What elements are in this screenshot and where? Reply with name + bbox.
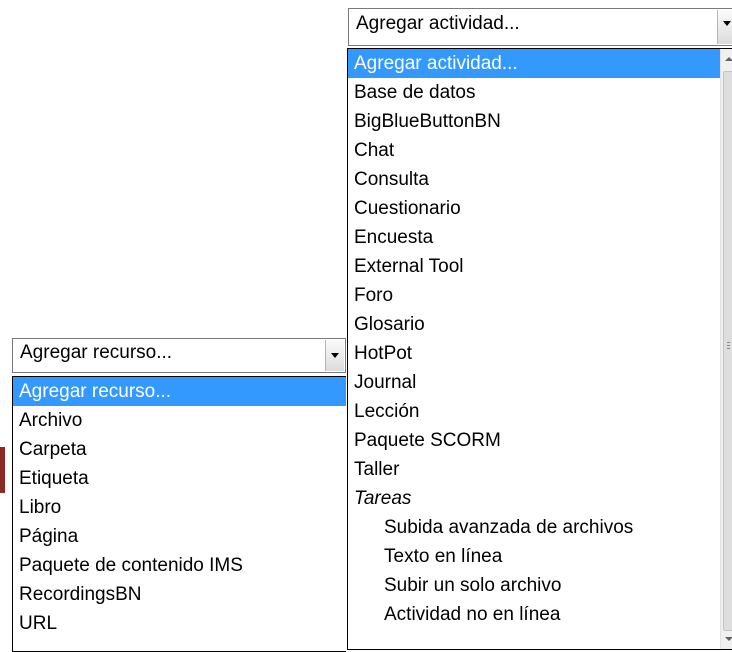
activity-suboption[interactable]: Subida avanzada de archivos bbox=[348, 513, 720, 542]
scroll-down-arrow-icon[interactable] bbox=[725, 637, 732, 641]
activity-option[interactable]: Journal bbox=[348, 368, 720, 397]
activity-suboption[interactable]: Actividad no en línea bbox=[348, 600, 720, 629]
resource-option[interactable]: RecordingsBN bbox=[13, 580, 346, 609]
resource-option[interactable]: Etiqueta bbox=[13, 464, 346, 493]
resource-option[interactable]: Página bbox=[13, 522, 346, 551]
scrollbar-grip-icon bbox=[727, 342, 730, 351]
resource-option[interactable]: Agregar recurso... bbox=[13, 377, 346, 406]
resource-option[interactable]: Carpeta bbox=[13, 435, 346, 464]
add-activity-select-value: Agregar actividad... bbox=[356, 13, 520, 34]
activity-option[interactable]: External Tool bbox=[348, 252, 720, 281]
background-fragment bbox=[0, 447, 5, 493]
activity-option[interactable]: Chat bbox=[348, 136, 720, 165]
add-resource-dropdown-list[interactable]: Agregar recurso... Archivo Carpeta Etiqu… bbox=[12, 376, 346, 652]
add-activity-select[interactable]: Agregar actividad... bbox=[348, 8, 732, 46]
resource-option[interactable]: Libro bbox=[13, 493, 346, 522]
resource-option[interactable]: Archivo bbox=[13, 406, 346, 435]
activity-option[interactable]: Consulta bbox=[348, 165, 720, 194]
resource-option[interactable]: URL bbox=[13, 609, 346, 638]
activity-option[interactable]: Glosario bbox=[348, 310, 720, 339]
activity-option[interactable]: Encuesta bbox=[348, 223, 720, 252]
activity-group-label: Tareas bbox=[354, 488, 412, 509]
activity-option[interactable]: Paquete SCORM bbox=[348, 426, 720, 455]
activity-option[interactable]: Agregar actividad... bbox=[348, 49, 720, 78]
chevron-down-icon bbox=[723, 21, 731, 26]
activity-option[interactable]: Foro bbox=[348, 281, 720, 310]
add-resource-select[interactable]: Agregar recurso... bbox=[12, 338, 346, 373]
activity-option[interactable]: Cuestionario bbox=[348, 194, 720, 223]
activity-option[interactable]: BigBlueButtonBN bbox=[348, 107, 720, 136]
activity-option[interactable]: Taller bbox=[348, 455, 720, 484]
chevron-down-icon bbox=[331, 353, 339, 358]
scroll-up-arrow-icon[interactable] bbox=[725, 57, 732, 61]
activity-option[interactable]: Lección bbox=[348, 397, 720, 426]
add-resource-dropdown-button[interactable] bbox=[325, 340, 344, 371]
activity-list-scrollbar[interactable] bbox=[720, 49, 732, 649]
add-activity-dropdown-button[interactable] bbox=[717, 10, 732, 44]
activity-suboption[interactable]: Subir un solo archivo bbox=[348, 571, 720, 600]
activity-option[interactable]: Base de datos bbox=[348, 78, 720, 107]
resource-option[interactable]: Paquete de contenido IMS bbox=[13, 551, 346, 580]
activity-suboption[interactable]: Texto en línea bbox=[348, 542, 720, 571]
activity-option[interactable]: HotPot bbox=[348, 339, 720, 368]
add-activity-dropdown-list[interactable]: Agregar actividad... Base de datos BigBl… bbox=[347, 48, 732, 650]
add-resource-select-value: Agregar recurso... bbox=[20, 342, 173, 363]
scrollbar-thumb[interactable] bbox=[723, 71, 732, 631]
